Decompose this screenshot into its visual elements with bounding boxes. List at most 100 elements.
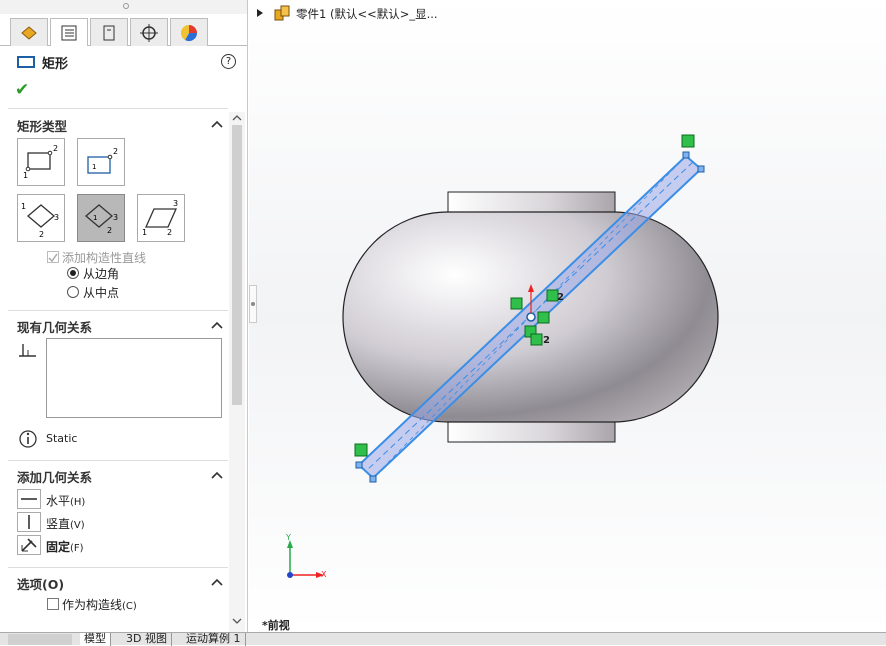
grip-dot-icon <box>123 3 129 9</box>
top-boss <box>447 191 616 215</box>
manager-tabs <box>0 16 247 46</box>
3point-center-rectangle-icon: 1 32 <box>84 204 118 235</box>
checkmark-icon <box>48 253 58 263</box>
parallel-relation-icon[interactable] <box>354 443 368 457</box>
sketch-point[interactable] <box>697 165 705 173</box>
ok-checkmark-button[interactable]: ✔ <box>15 80 29 100</box>
view-orientation-label: *前视 <box>262 619 290 632</box>
add-construction-checkbox[interactable] <box>47 251 59 263</box>
parallelogram-button[interactable]: 1 2 3 <box>137 194 185 242</box>
scrollbar-thumb[interactable] <box>232 125 242 405</box>
tab-configuration-manager[interactable] <box>90 18 128 46</box>
configuration-icon <box>103 25 115 40</box>
axis-y-label: Y <box>286 533 291 542</box>
bottom-tab-bar: 模型 3D 视图 运动算例 1 <box>0 632 886 646</box>
property-list-icon <box>61 25 77 40</box>
existing-relations-list[interactable] <box>46 338 222 418</box>
axis-x-label: X <box>321 570 327 579</box>
graphics-viewport[interactable]: 2 2 Y X *前视 零件1 (默认<<默认>_显... <box>249 0 886 632</box>
rectangle-icon <box>17 56 35 68</box>
center-rectangle-button[interactable]: 12 <box>77 138 125 186</box>
vertical-label: 竖直(V) <box>46 517 85 531</box>
section-title-add-relations: 添加几何关系 <box>17 470 93 485</box>
tab-3d-views[interactable]: 3D 视图 <box>122 633 172 646</box>
svg-text:1: 1 <box>21 202 26 211</box>
divider <box>8 310 228 311</box>
scroll-down-icon[interactable] <box>231 616 243 626</box>
horizontal-relation-button[interactable] <box>17 489 41 509</box>
as-construction-label: 作为构造线(C) <box>62 598 137 612</box>
tab-feature-manager[interactable] <box>10 18 48 46</box>
splitter-grip-icon <box>251 302 255 306</box>
tab-motion-study[interactable]: 运动算例 1 <box>182 633 246 646</box>
section-title-rect-type: 矩形类型 <box>17 119 68 134</box>
tab-model[interactable]: 模型 <box>80 633 111 646</box>
help-button[interactable]: ? <box>221 54 236 69</box>
horizontal-icon <box>21 498 37 500</box>
property-manager: 矩形 ? ✔ 矩形类型 12 12 132 132 123 添加构造性直线 从边… <box>0 0 248 632</box>
center-rectangle-icon: 12 <box>87 147 118 174</box>
sketch-point[interactable] <box>355 461 363 469</box>
relation-marker-icon[interactable] <box>510 297 523 310</box>
dim-label: 2 <box>543 335 550 346</box>
scroll-up-icon[interactable] <box>231 113 243 123</box>
svg-text:2: 2 <box>39 230 44 239</box>
tab-scroll-buttons[interactable] <box>8 634 72 645</box>
3point-corner-rectangle-icon: 1 3 2 <box>21 202 59 239</box>
svg-text:2: 2 <box>113 147 118 156</box>
sketch-point[interactable] <box>682 151 690 159</box>
crosshair-icon <box>140 23 158 42</box>
chevron-up-icon[interactable] <box>211 119 223 129</box>
svg-text:2: 2 <box>53 144 58 153</box>
panel-splitter[interactable] <box>249 285 257 323</box>
display-pie-icon <box>180 24 198 41</box>
from-center-label: 从中点 <box>83 286 120 300</box>
parallel-relation-icon[interactable] <box>681 134 695 148</box>
relation-marker-icon[interactable] <box>537 311 550 324</box>
vertical-relation-button[interactable] <box>17 512 41 532</box>
divider <box>8 567 228 568</box>
part-label[interactable]: 零件1 (默认<<默认>_显... <box>296 6 438 22</box>
corner-rectangle-icon: 12 <box>23 144 58 180</box>
fix-relation-button[interactable] <box>17 535 41 555</box>
feature-tree-icon <box>21 25 37 40</box>
svg-text:1: 1 <box>93 214 97 222</box>
horizontal-label: 水平(H) <box>46 494 86 508</box>
sketch-point[interactable] <box>369 475 377 483</box>
bottom-boss <box>447 419 616 443</box>
section-title-existing-relations: 现有几何关系 <box>17 320 93 335</box>
chevron-up-icon[interactable] <box>211 320 223 330</box>
from-corner-radio[interactable] <box>67 267 79 279</box>
from-corner-label: 从边角 <box>83 267 120 281</box>
divider <box>8 108 228 109</box>
parallelogram-icon: 1 2 3 <box>142 199 178 237</box>
fix-label: 固定(F) <box>46 540 84 554</box>
svg-text:1: 1 <box>92 163 96 171</box>
status-text: Static <box>46 432 78 445</box>
expand-triangle-icon[interactable] <box>256 8 264 18</box>
as-construction-checkbox[interactable] <box>47 598 59 610</box>
chevron-up-icon[interactable] <box>211 577 223 587</box>
tab-dimxpert-manager[interactable] <box>130 18 168 46</box>
chevron-up-icon[interactable] <box>211 470 223 480</box>
3point-center-rectangle-button[interactable]: 1 32 <box>77 194 125 242</box>
relation-marker-icon[interactable] <box>530 333 543 346</box>
part-icon <box>274 5 290 21</box>
section-title-options: 选项(O) <box>17 577 65 592</box>
svg-text:3: 3 <box>173 199 178 208</box>
info-icon <box>19 430 37 448</box>
corner-rectangle-button[interactable]: 12 <box>17 138 65 186</box>
viewport-canvas <box>249 0 886 632</box>
svg-text:3: 3 <box>54 213 59 222</box>
panel-title: 矩形 <box>42 57 69 72</box>
svg-text:1: 1 <box>23 171 28 180</box>
3point-corner-rectangle-button[interactable]: 1 3 2 <box>17 194 65 242</box>
svg-text:2: 2 <box>107 226 112 235</box>
tab-property-manager[interactable] <box>50 18 88 46</box>
from-center-radio[interactable] <box>67 286 79 298</box>
svg-text:1: 1 <box>142 228 147 237</box>
sketch-origin-point[interactable] <box>526 312 536 322</box>
panel-grip[interactable] <box>0 0 247 14</box>
tab-display-manager[interactable] <box>170 18 208 46</box>
divider <box>8 460 228 461</box>
